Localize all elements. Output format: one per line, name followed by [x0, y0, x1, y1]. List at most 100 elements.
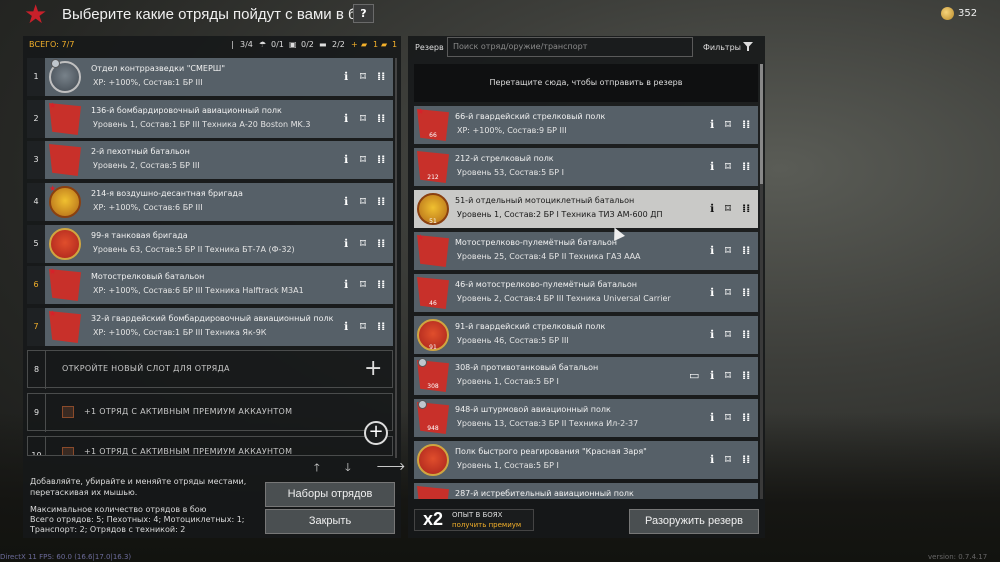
xp-boost-title: ОПЫТ В БОЯХ [452, 511, 503, 519]
squad-slot[interactable]: 5 99-я танковая бригада Уровень 63, Сост… [27, 225, 393, 263]
drag-handle-icon[interactable]: ⁞⁞ [742, 369, 750, 382]
scrollbar-thumb[interactable] [760, 64, 763, 184]
info-icon[interactable]: ℹ [710, 453, 714, 466]
move-down-icon[interactable]: 🡓 [345, 459, 351, 478]
drag-handle-icon[interactable]: ⁞⁞ [742, 286, 750, 299]
filters-label[interactable]: Фильтры [703, 43, 741, 52]
slot-number: 4 [27, 183, 45, 221]
info-icon[interactable]: ℹ [710, 244, 714, 257]
reserve-item[interactable]: Мотострелково-пулемётный батальон Уровень… [414, 232, 758, 270]
add-slot-icon[interactable]: + [364, 421, 388, 445]
drag-handle-icon[interactable]: ⁞⁞ [742, 411, 750, 424]
reserve-item[interactable]: 51 51-й отдельный мотоциклетный батальон У… [414, 190, 758, 228]
bookmark-icon[interactable]: ⌑ [360, 237, 366, 250]
bookmark-icon[interactable]: ⌑ [360, 153, 366, 166]
info-icon[interactable]: ℹ [710, 202, 714, 215]
reserve-item[interactable]: 46 46-й мотострелково-пулемётный батальон… [414, 274, 758, 312]
bookmark-icon[interactable]: ⌑ [360, 320, 366, 333]
reserve-drop-zone[interactable]: Перетащите сюда, чтобы отправить в резер… [414, 64, 758, 102]
search-input[interactable]: Поиск отряд/оружие/транспорт [447, 37, 693, 57]
bookmark-icon[interactable]: ⌑ [725, 328, 731, 341]
paratrooper-icon: ☂ [259, 40, 267, 49]
bookmark-icon[interactable]: ⌑ [725, 369, 731, 382]
hint-text: Добавляйте, убирайте и меняйте отряды ме… [30, 477, 247, 486]
info-icon[interactable]: ℹ [344, 70, 348, 83]
info-icon[interactable]: ℹ [344, 195, 348, 208]
drag-handle-icon[interactable]: ⁞⁞ [377, 153, 385, 166]
info-icon[interactable]: ℹ [344, 278, 348, 291]
red-star-icon: ★ [417, 233, 425, 242]
get-premium-link[interactable]: получить премиум [452, 521, 521, 529]
info-icon[interactable]: ℹ [344, 112, 348, 125]
bookmark-icon[interactable]: ⌑ [360, 112, 366, 125]
squad-slot[interactable]: 6 ★ Мотострелковый батальон XP: +100%, С… [27, 266, 393, 304]
drag-handle-icon[interactable]: ⁞⁞ [377, 112, 385, 125]
bookmark-icon[interactable]: ⌑ [360, 70, 366, 83]
help-button[interactable]: ? [353, 4, 374, 23]
squad-slot[interactable]: 3 2-й пехотный батальон Уровень 2, Соста… [27, 141, 393, 179]
gold-coin-icon [941, 7, 954, 20]
reserve-item[interactable]: 948 948-й штурмовой авиационный полк Урове… [414, 399, 758, 437]
info-icon[interactable]: ℹ [710, 286, 714, 299]
info-icon[interactable]: ℹ [344, 153, 348, 166]
squad-presets-button[interactable]: Наборы отрядов [265, 482, 395, 507]
drag-handle-icon[interactable]: ⁞⁞ [742, 118, 750, 131]
bookmark-icon[interactable]: ⌑ [725, 202, 731, 215]
bookmark-icon[interactable]: ⌑ [360, 195, 366, 208]
red-star-icon: ★ [24, 0, 48, 30]
bookmark-icon[interactable]: ⌑ [725, 286, 731, 299]
close-button[interactable]: Закрыть [265, 509, 395, 534]
drag-handle-icon[interactable]: ⁞⁞ [742, 160, 750, 173]
drag-handle-icon[interactable]: ⁞⁞ [742, 453, 750, 466]
info-icon[interactable]: ℹ [344, 237, 348, 250]
drag-handle-icon[interactable]: ⁞⁞ [742, 202, 750, 215]
reserve-item[interactable]: 308 308-й противотанковый батальон Уровень… [414, 357, 758, 395]
bookmark-icon[interactable]: ⌑ [725, 411, 731, 424]
reserve-item[interactable]: Полк быстрого реагирования "Красная Заря… [414, 441, 758, 479]
squad-name: 214-я воздушно-десантная бригада [91, 189, 243, 198]
aviation-icon: ▰ [361, 40, 368, 49]
reserve-item[interactable]: 91 91-й гвардейский стрелковый полк Уровен… [414, 316, 758, 354]
drag-handle-icon[interactable]: ⁞⁞ [377, 195, 385, 208]
info-icon[interactable]: ℹ [710, 160, 714, 173]
info-icon[interactable]: ℹ [710, 411, 714, 424]
squad-info: Уровень 1, Состав:2 БР I Техника ТИЗ АМ-… [457, 210, 663, 219]
reserve-item[interactable]: 66 66-й гвардейский стрелковый полк XP: +1… [414, 106, 758, 144]
reserve-item[interactable]: 212 212-й стрелковый полк Уровень 53, Сост… [414, 148, 758, 186]
bookmark-icon[interactable]: ⌑ [360, 278, 366, 291]
squad-slot[interactable]: 1 Отдел контрразведки "СМЕРШ" XP: +100%,… [27, 58, 393, 96]
drag-handle-icon[interactable]: ⁞⁞ [377, 320, 385, 333]
premium-badge-icon [418, 400, 427, 409]
info-icon[interactable]: ℹ [710, 118, 714, 131]
bookmark-icon[interactable]: ⌑ [725, 244, 731, 257]
info-icon[interactable]: ℹ [710, 369, 714, 382]
red-star-icon: ★ [49, 184, 57, 193]
squad-info: XP: +100%, Состав:1 БР III Техника Як-9К [93, 328, 267, 337]
premium-slot[interactable]: 9 +1 ОТРЯД С АКТИВНЫМ ПРЕМИУМ АККАУНТОМ [27, 393, 393, 432]
bookmark-icon[interactable]: ⌑ [725, 118, 731, 131]
squad-slot[interactable]: 2 ★ 136-й бомбардировочный авиационный п… [27, 100, 393, 138]
drag-handle-icon[interactable]: ⁞⁞ [742, 244, 750, 257]
bookmark-icon[interactable]: ⌑ [725, 453, 731, 466]
drag-handle-icon[interactable]: ⁞⁞ [377, 237, 385, 250]
bookmark-icon[interactable]: ⌑ [725, 160, 731, 173]
squad-slot[interactable]: 7 ★ 32-й гвардейский бомбардировочный ав… [27, 308, 393, 346]
info-icon[interactable]: ℹ [344, 320, 348, 333]
disarm-reserve-button[interactable]: Разоружить резерв [629, 509, 759, 534]
squad-emblem-icon: 212 [417, 151, 449, 183]
drag-handle-icon[interactable]: ⁞⁞ [377, 70, 385, 83]
drag-handle-icon[interactable]: ⁞⁞ [377, 278, 385, 291]
drag-handle-icon[interactable]: ⁞⁞ [742, 328, 750, 341]
open-slot-button[interactable]: 8 ОТКРОЙТЕ НОВЫЙ СЛОТ ДЛЯ ОТРЯДА + [27, 350, 393, 389]
manual-icon[interactable]: ▭ [689, 369, 699, 382]
move-up-icon[interactable]: 🡑 [314, 459, 320, 478]
move-right-icon[interactable]: 🡒 [376, 459, 406, 473]
squad-info: XP: +100%, Состав:1 БР III [93, 78, 203, 87]
reserve-item[interactable]: 287-й истребительный авиационный полк [414, 483, 758, 499]
squad-slot[interactable]: 4 ★ 214-я воздушно-десантная бригада XP:… [27, 183, 393, 221]
squad-scrollbar[interactable] [395, 58, 397, 458]
tank-icon: ▬ [319, 40, 327, 49]
info-icon[interactable]: ℹ [710, 328, 714, 341]
premium-slot[interactable]: 10 +1 ОТРЯД С АКТИВНЫМ ПРЕМИУМ АККАУНТОМ [27, 436, 393, 456]
reserve-scrollbar[interactable] [760, 64, 763, 499]
